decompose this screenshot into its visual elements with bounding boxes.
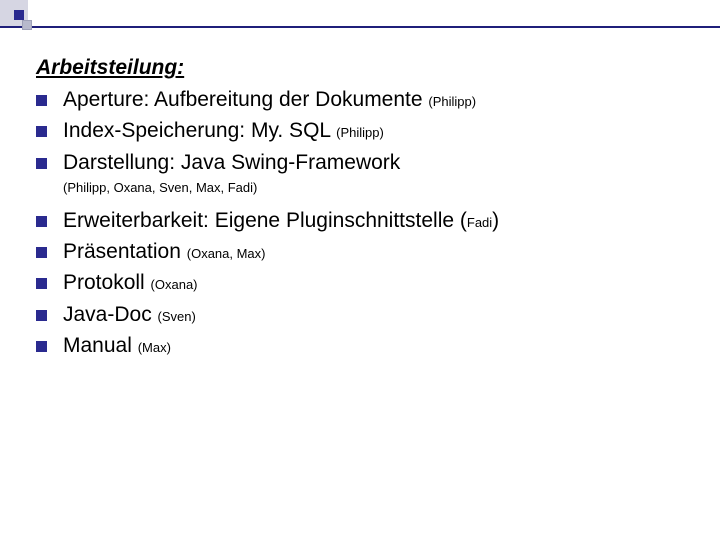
square-icon (22, 20, 32, 30)
bullet-list-1: Aperture: Aufbereitung der Dokumente (Ph… (36, 86, 700, 176)
list-item: Protokoll (Oxana) (36, 269, 700, 296)
bullet-icon (36, 95, 47, 106)
list-text: Präsentation (Oxana, Max) (63, 238, 266, 265)
list-item: Erweiterbarkeit: Eigene Pluginschnittste… (36, 207, 700, 234)
bullet-list-2: Erweiterbarkeit: Eigene Pluginschnittste… (36, 207, 700, 359)
list-text: Index-Speicherung: My. SQL (Philipp) (63, 117, 384, 144)
content: Arbeitsteilung: Aperture: Aufbereitung d… (36, 56, 700, 363)
bullet-icon (36, 247, 47, 258)
title-bar-rule (0, 26, 720, 28)
list-item: Präsentation (Oxana, Max) (36, 238, 700, 265)
list-item: Java-Doc (Sven) (36, 301, 700, 328)
title-bar (0, 0, 720, 26)
slide: Arbeitsteilung: Aperture: Aufbereitung d… (0, 0, 720, 540)
attribution-note: (Philipp, Oxana, Sven, Max, Fadi) (63, 180, 700, 195)
section-heading: Arbeitsteilung: (36, 56, 700, 80)
list-text: Manual (Max) (63, 332, 171, 359)
list-text: Erweiterbarkeit: Eigene Pluginschnittste… (63, 207, 499, 234)
list-item: Darstellung: Java Swing-Framework (36, 149, 700, 176)
list-item: Index-Speicherung: My. SQL (Philipp) (36, 117, 700, 144)
bullet-icon (36, 126, 47, 137)
list-item: Aperture: Aufbereitung der Dokumente (Ph… (36, 86, 700, 113)
list-text: Darstellung: Java Swing-Framework (63, 149, 400, 176)
bullet-icon (36, 216, 47, 227)
bullet-icon (36, 158, 47, 169)
bullet-icon (36, 278, 47, 289)
bullet-icon (36, 310, 47, 321)
bullet-icon (36, 341, 47, 352)
square-icon (14, 10, 24, 20)
list-item: Manual (Max) (36, 332, 700, 359)
list-text: Protokoll (Oxana) (63, 269, 198, 296)
list-text: Java-Doc (Sven) (63, 301, 196, 328)
list-text: Aperture: Aufbereitung der Dokumente (Ph… (63, 86, 476, 113)
